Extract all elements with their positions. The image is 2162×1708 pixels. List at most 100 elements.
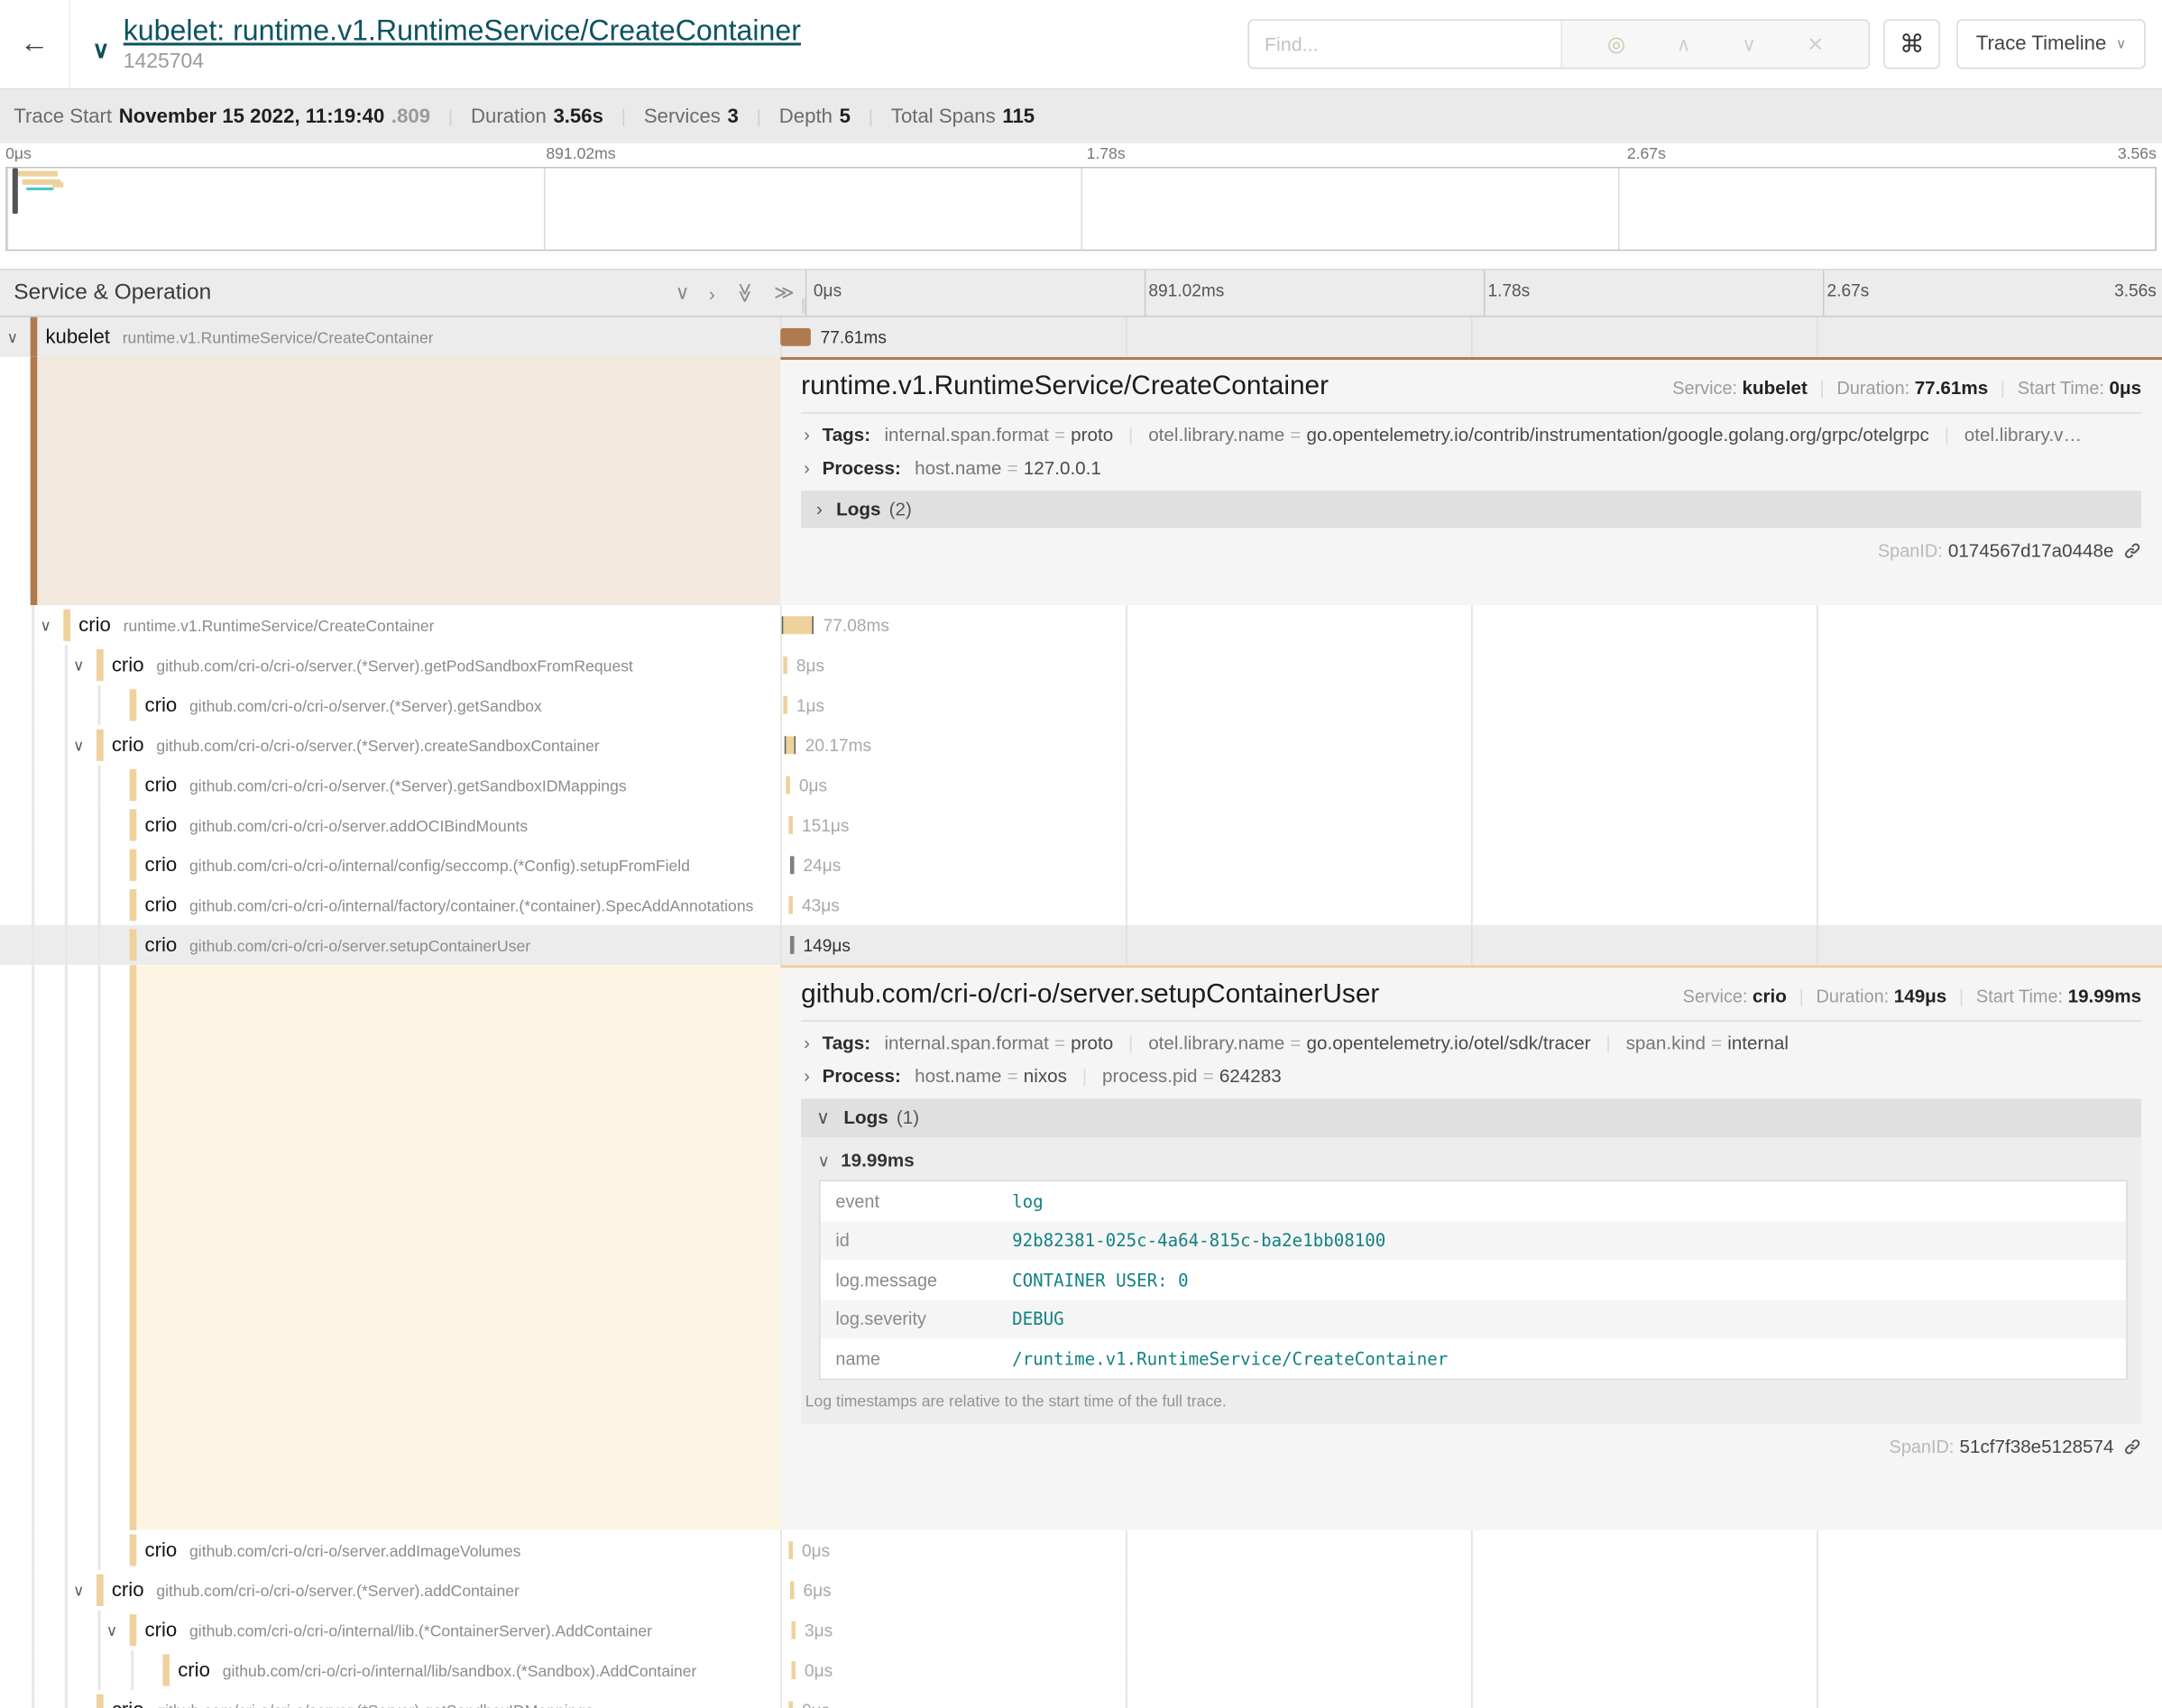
- chevron-down-icon[interactable]: ∨: [73, 736, 84, 754]
- span-row[interactable]: criogithub.com/cri-o/cri-o/server.(*Serv…: [0, 765, 2162, 804]
- span-name-cell[interactable]: criogithub.com/cri-o/cri-o/server.(*Serv…: [0, 1690, 780, 1708]
- logs-section: ∨Logs(1)∨19.99mseventlogid92b82381-025c-…: [801, 1098, 2141, 1423]
- deep-link-icon[interactable]: [2123, 542, 2141, 560]
- span-row[interactable]: ∨ criogithub.com/cri-o/cri-o/server.(*Ser…: [0, 725, 2162, 765]
- span-row[interactable]: criogithub.com/cri-o/cri-o/internal/conf…: [0, 845, 2162, 885]
- indent-guide: [32, 1611, 34, 1650]
- span-name-cell[interactable]: criogithub.com/cri-o/cri-o/server.(*Serv…: [0, 685, 780, 725]
- span-name-cell[interactable]: criogithub.com/cri-o/cri-o/server.addIma…: [0, 1530, 780, 1570]
- span-row[interactable]: ∨criogithub.com/cri-o/cri-o/internal/lib…: [0, 1611, 2162, 1650]
- log-field-key: id: [821, 1230, 1012, 1251]
- operation-name: github.com/cri-o/cri-o/server.addOCIBind…: [189, 818, 528, 834]
- find-input[interactable]: [1249, 21, 1560, 68]
- tags-row[interactable]: ›Tags:internal.span.format=proto|otel.li…: [804, 425, 2141, 445]
- span-row[interactable]: criogithub.com/cri-o/cri-o/internal/lib/…: [0, 1650, 2162, 1690]
- chevron-down-icon[interactable]: ∨: [106, 1621, 117, 1639]
- view-selector-dropdown[interactable]: Trace Timeline ∨: [1956, 19, 2145, 69]
- span-row[interactable]: criogithub.com/cri-o/cri-o/server.(*Serv…: [0, 685, 2162, 725]
- indent-guide: [65, 685, 68, 725]
- service-color-bar: [130, 1614, 136, 1646]
- span-row-text: criogithub.com/cri-o/cri-o/server.(*Serv…: [112, 733, 600, 758]
- span-name-cell[interactable]: ∨kubeletruntime.v1.RuntimeService/Create…: [0, 317, 780, 357]
- span-name-cell[interactable]: criogithub.com/cri-o/cri-o/internal/fact…: [0, 885, 780, 924]
- span-timeline-cell[interactable]: 8μs: [780, 645, 2162, 684]
- prev-match-icon[interactable]: ∧: [1677, 32, 1691, 56]
- meta-separator: |: [1799, 986, 1804, 1006]
- logs-toggle-bar[interactable]: ∨Logs(1): [801, 1098, 2141, 1137]
- minimap-drag-handle[interactable]: [13, 169, 18, 214]
- span-timeline-cell[interactable]: 20.17ms: [780, 725, 2162, 765]
- span-timeline-cell[interactable]: 6μs: [780, 1570, 2162, 1610]
- span-timeline-cell[interactable]: 43μs: [780, 885, 2162, 924]
- expand-one-icon[interactable]: ›: [709, 282, 715, 304]
- chevron-down-icon[interactable]: ∨: [7, 328, 18, 346]
- span-timeline-cell[interactable]: 1μs: [780, 685, 2162, 725]
- collapse-all-icon[interactable]: ≫: [733, 283, 757, 303]
- chevron-down-icon[interactable]: ∨: [73, 657, 84, 675]
- clear-find-icon[interactable]: ✕: [1808, 32, 1824, 56]
- span-timeline-cell[interactable]: 77.08ms: [780, 605, 2162, 645]
- duration-bar: [786, 776, 789, 794]
- trace-start-ms: .809: [391, 106, 430, 127]
- duration-bar: [790, 936, 794, 954]
- span-row[interactable]: criogithub.com/cri-o/cri-o/server.addOCI…: [0, 805, 2162, 845]
- service-color-bar: [31, 357, 37, 605]
- span-name-cell[interactable]: ∨criogithub.com/cri-o/cri-o/internal/lib…: [0, 1611, 780, 1650]
- process-row[interactable]: ›Process:host.name=127.0.0.1: [804, 458, 2141, 479]
- span-timeline-cell[interactable]: 149μs: [780, 925, 2162, 965]
- next-match-icon[interactable]: ∨: [1742, 32, 1756, 56]
- duration-bar: [788, 816, 792, 834]
- trace-minimap[interactable]: [5, 167, 2157, 251]
- log-entry-header[interactable]: ∨19.99ms: [801, 1137, 2141, 1180]
- span-name-cell[interactable]: ∨criogithub.com/cri-o/cri-o/server.(*Ser…: [0, 645, 780, 684]
- tags-row[interactable]: ›Tags:internal.span.format=proto|otel.li…: [804, 1033, 2141, 1053]
- detail-meta: Service: kubelet|Duration: 77.61ms|Start…: [1672, 378, 2141, 399]
- span-timeline-cell[interactable]: 151μs: [780, 805, 2162, 845]
- span-row[interactable]: criogithub.com/cri-o/cri-o/server.(*Serv…: [0, 1690, 2162, 1708]
- span-timeline-cell[interactable]: 24μs: [780, 845, 2162, 885]
- span-timeline-cell[interactable]: 0μs: [780, 1530, 2162, 1570]
- span-name-cell[interactable]: criogithub.com/cri-o/cri-o/server.(*Serv…: [0, 765, 780, 804]
- back-button[interactable]: ←: [0, 0, 70, 88]
- span-row[interactable]: ∨kubeletruntime.v1.RuntimeService/Create…: [0, 317, 2162, 357]
- trace-title-link[interactable]: kubelet: runtime.v1.RuntimeService/Creat…: [124, 15, 801, 49]
- keyboard-shortcuts-button[interactable]: ⌘: [1883, 19, 1940, 69]
- span-timeline-cell[interactable]: 0μs: [780, 765, 2162, 804]
- span-row[interactable]: ∨crioruntime.v1.RuntimeService/CreateCon…: [0, 605, 2162, 645]
- logs-toggle-bar[interactable]: ›Logs(2): [801, 491, 2141, 528]
- span-name-cell[interactable]: criogithub.com/cri-o/cri-o/internal/conf…: [0, 845, 780, 885]
- back-arrow-icon: ←: [20, 28, 49, 61]
- span-name-cell[interactable]: criogithub.com/cri-o/cri-o/server.addOCI…: [0, 805, 780, 845]
- expand-all-icon[interactable]: ≫: [774, 281, 794, 305]
- span-name-cell[interactable]: ∨crioruntime.v1.RuntimeService/CreateCon…: [0, 605, 780, 645]
- tag-item: internal.span.format=proto: [884, 1033, 1113, 1053]
- chevron-down-icon[interactable]: ∨: [73, 1581, 84, 1599]
- process-row[interactable]: ›Process:host.name=nixos|process.pid=624…: [804, 1066, 2141, 1087]
- span-timeline-cell[interactable]: 0μs: [780, 1650, 2162, 1690]
- span-name-cell[interactable]: ∨criogithub.com/cri-o/cri-o/server.(*Ser…: [0, 1570, 780, 1610]
- locate-icon[interactable]: ◎: [1607, 32, 1625, 57]
- chevron-down-icon[interactable]: ∨: [40, 616, 51, 634]
- span-row[interactable]: criogithub.com/cri-o/cri-o/internal/fact…: [0, 885, 2162, 924]
- span-row[interactable]: criogithub.com/cri-o/cri-o/server.setupC…: [0, 925, 2162, 965]
- deep-link-icon[interactable]: [2123, 1437, 2141, 1455]
- span-row[interactable]: ∨criogithub.com/cri-o/cri-o/server.(*Ser…: [0, 1570, 2162, 1610]
- collapse-one-icon[interactable]: ∨: [676, 281, 690, 305]
- collapse-header-chevron-icon[interactable]: ∨: [92, 37, 109, 65]
- span-row[interactable]: criogithub.com/cri-o/cri-o/server.addIma…: [0, 1530, 2162, 1570]
- span-timeline-cell[interactable]: 0μs: [780, 1690, 2162, 1708]
- span-timeline-cell[interactable]: 77.61ms: [780, 317, 2162, 357]
- logs-label: Logs: [836, 499, 880, 519]
- indent-guide: [32, 925, 34, 965]
- indent-guide: [32, 1650, 34, 1690]
- span-name-cell[interactable]: criogithub.com/cri-o/cri-o/internal/lib/…: [0, 1650, 780, 1690]
- services-label: Services: [644, 106, 721, 127]
- span-row[interactable]: ∨criogithub.com/cri-o/cri-o/server.(*Ser…: [0, 645, 2162, 684]
- log-field-key: log.message: [821, 1270, 1012, 1290]
- indent-guide: [32, 685, 34, 725]
- logs-count: (1): [897, 1107, 919, 1128]
- span-timeline-cell[interactable]: 3μs: [780, 1611, 2162, 1650]
- span-name-cell[interactable]: criogithub.com/cri-o/cri-o/server.setupC…: [0, 925, 780, 965]
- span-name-cell[interactable]: ∨ criogithub.com/cri-o/cri-o/server.(*Ser…: [0, 725, 780, 765]
- indent-guide: [65, 925, 68, 965]
